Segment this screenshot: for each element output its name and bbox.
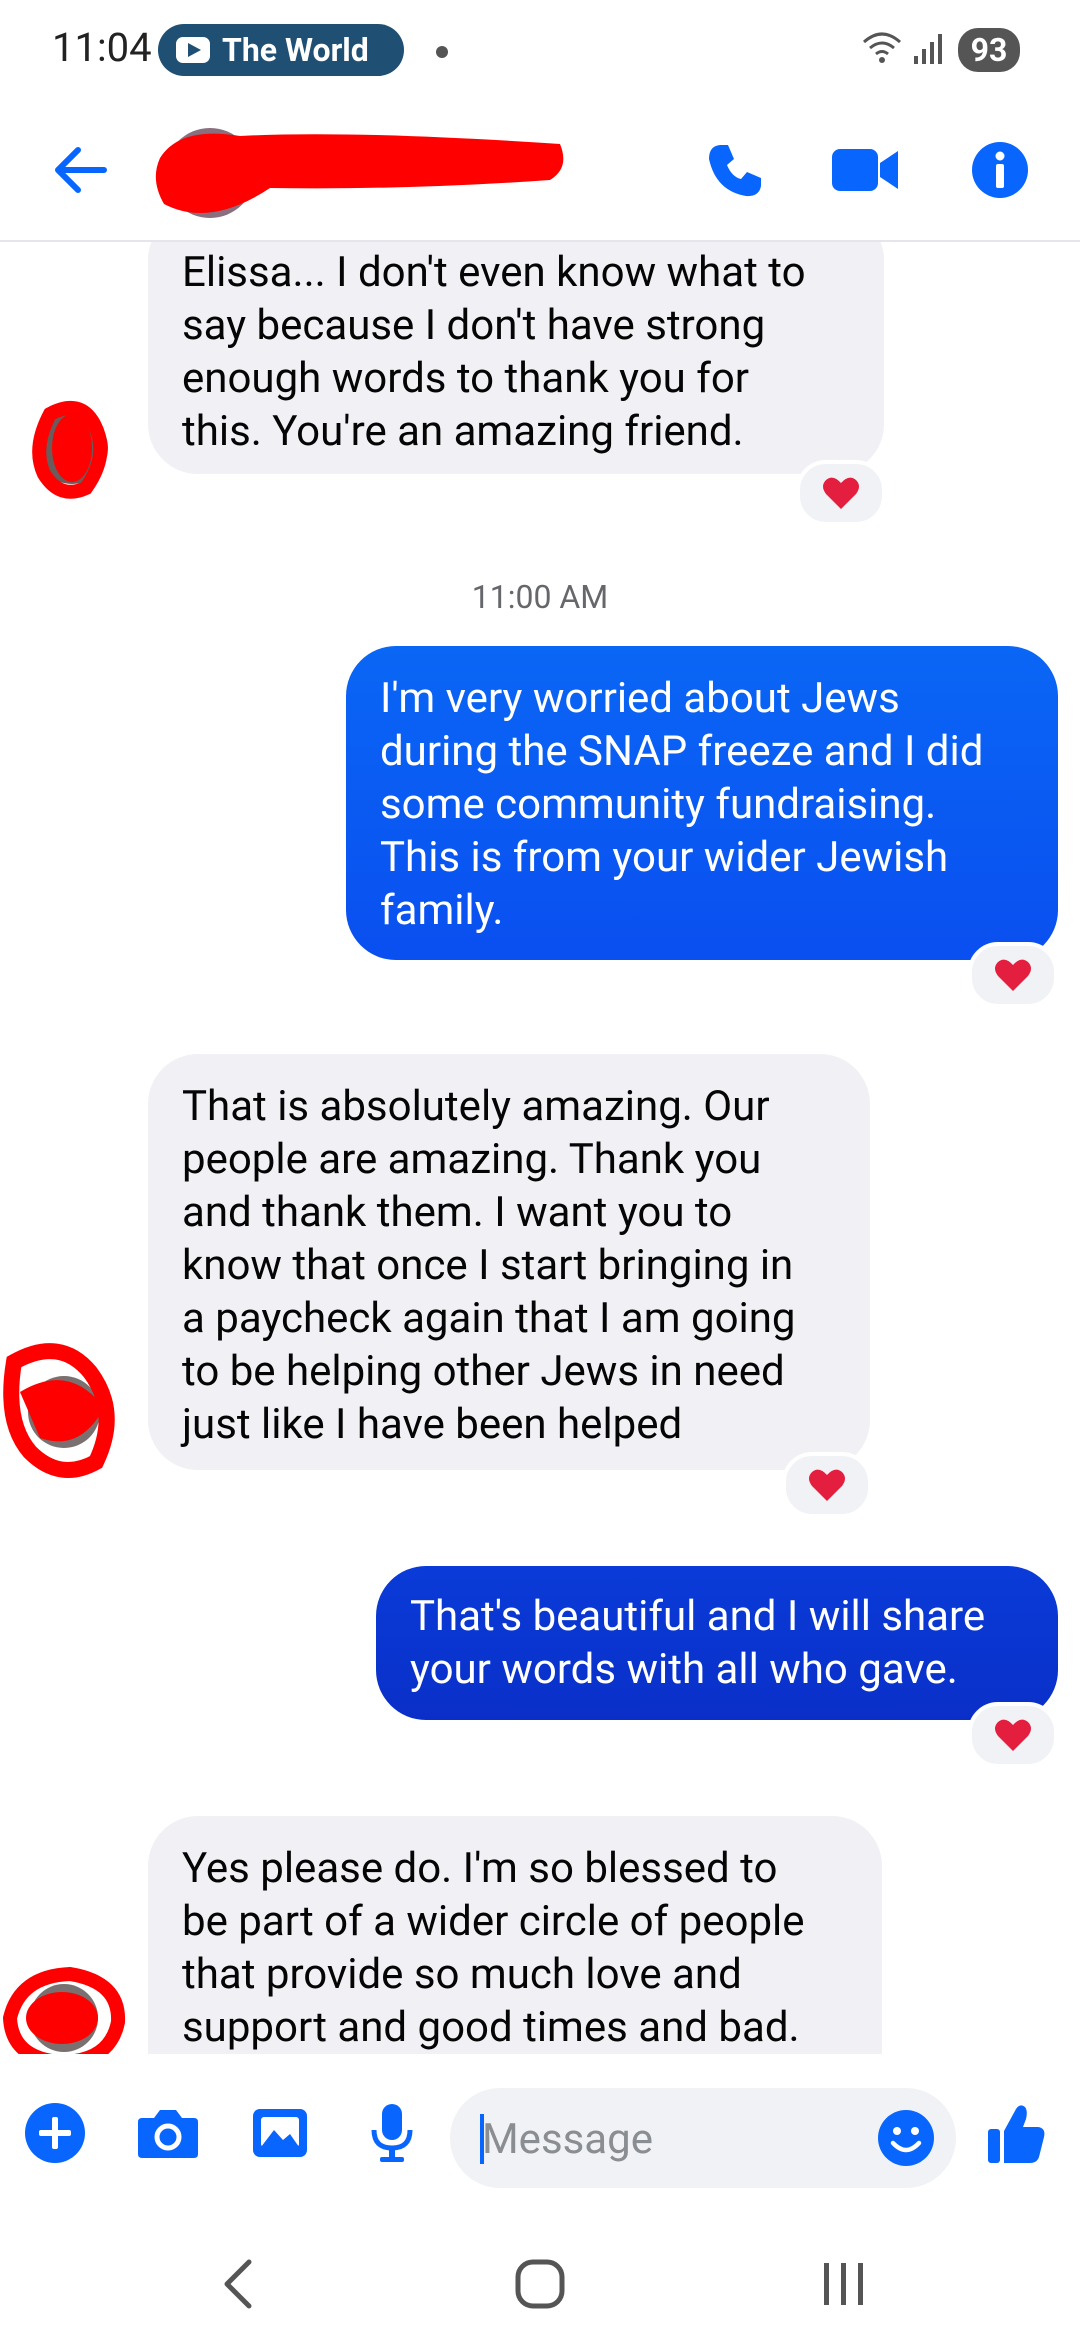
reaction-heart[interactable] (968, 1702, 1058, 1768)
status-bar: 11:04 The World 93 (0, 0, 1080, 100)
camera-icon (138, 2110, 198, 2158)
status-time: 11:04 (52, 24, 152, 71)
battery-indicator: 93 (958, 28, 1020, 72)
recents-icon (824, 2263, 863, 2305)
gallery-button[interactable] (240, 2098, 320, 2168)
nav-home-button[interactable] (480, 2244, 600, 2324)
signal-icon (914, 34, 942, 64)
emoji-icon (878, 2110, 934, 2166)
microphone-icon (371, 2104, 413, 2162)
nav-recents-button[interactable] (784, 2244, 904, 2324)
heart-icon (995, 1719, 1031, 1751)
redaction-mark (155, 128, 564, 218)
home-icon (515, 2259, 565, 2309)
back-chevron-icon (224, 2259, 252, 2309)
video-call-button[interactable] (825, 130, 905, 210)
wifi-icon (863, 32, 901, 63)
contact-avatar-redacted (3, 1343, 115, 1478)
back-button[interactable] (40, 130, 120, 210)
message-bubble-incoming[interactable]: That is absolutely amazing. Our people a… (148, 1054, 870, 1470)
voice-clip-button[interactable] (352, 2098, 432, 2168)
message-composer (0, 2054, 1080, 2224)
nav-back-button[interactable] (178, 2244, 298, 2324)
reaction-heart[interactable] (782, 1452, 872, 1518)
reaction-heart[interactable] (796, 460, 886, 526)
more-actions-button[interactable] (20, 2098, 90, 2168)
youtube-icon (176, 37, 210, 63)
phone-icon (709, 145, 761, 197)
contact-avatar-redacted (2, 1966, 126, 2054)
message-bubble-incoming[interactable]: Yes please do. I'm so blessed to be part… (148, 1816, 882, 2054)
emoji-button[interactable] (874, 2106, 938, 2170)
media-pill[interactable]: The World (158, 24, 404, 76)
thumbs-up-icon (988, 2105, 1045, 2163)
timestamp: 11:00 AM (471, 578, 609, 616)
arrow-left-icon (55, 147, 107, 193)
message-bubble-incoming[interactable]: Elissa... I don't even know what to say … (148, 242, 884, 474)
system-nav-bar (0, 2224, 1080, 2340)
like-button[interactable] (976, 2094, 1056, 2174)
contact-name-redacted[interactable] (150, 118, 570, 228)
chat-header (0, 100, 1080, 242)
camera-button[interactable] (128, 2098, 208, 2168)
info-button[interactable] (960, 130, 1040, 210)
message-text: That is absolutely amazing. Our people a… (182, 1082, 796, 1449)
message-text: That's beautiful and I will share your w… (410, 1592, 986, 1694)
message-input[interactable] (480, 2088, 864, 2190)
message-input-container (450, 2088, 956, 2190)
message-bubble-outgoing[interactable]: I'm very worried about Jews during the S… (346, 646, 1058, 960)
notification-dot-icon (436, 46, 448, 58)
info-icon (972, 142, 1028, 198)
message-bubble-outgoing[interactable]: That's beautiful and I will share your w… (376, 1566, 1058, 1720)
message-list[interactable]: Elissa... I don't even know what to say … (0, 242, 1080, 2054)
video-camera-icon (832, 149, 898, 191)
call-button[interactable] (695, 130, 775, 210)
message-text: Elissa... I don't even know what to say … (182, 248, 806, 456)
heart-icon (823, 477, 859, 509)
reaction-heart[interactable] (968, 942, 1058, 1008)
heart-icon (809, 1469, 845, 1501)
plus-icon (25, 2103, 85, 2163)
contact-avatar-redacted (32, 400, 108, 499)
image-icon (253, 2109, 307, 2157)
message-text: I'm very worried about Jews during the S… (380, 674, 984, 935)
message-text: Yes please do. I'm so blessed to be part… (182, 1844, 805, 2052)
media-pill-label: The World (222, 31, 369, 69)
heart-icon (995, 959, 1031, 991)
